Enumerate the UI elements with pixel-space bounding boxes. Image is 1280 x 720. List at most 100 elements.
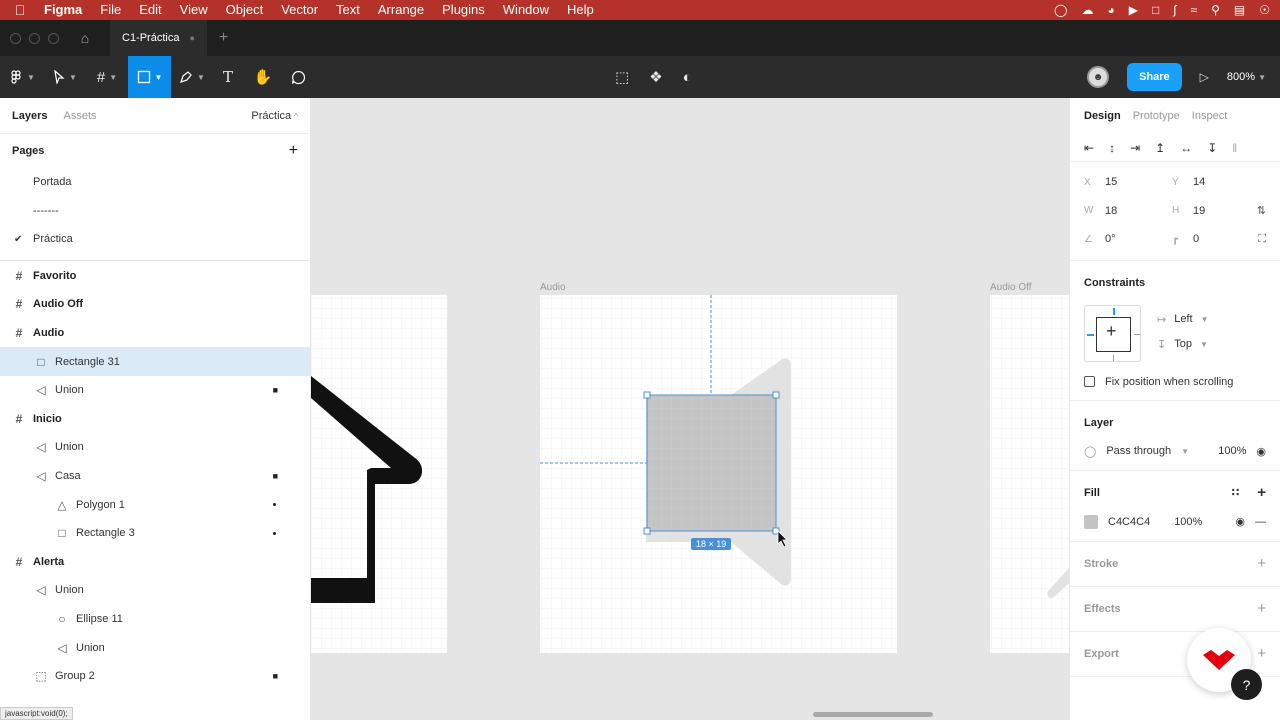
style-grid-icon[interactable]: ∷ [1232,486,1240,499]
lock-icon[interactable]: ■ [273,385,278,395]
page-selector[interactable]: Práctica ^ [251,110,298,122]
add-export-icon[interactable]: + [1257,645,1266,662]
add-fill-icon[interactable]: + [1257,484,1266,501]
menu-arrange[interactable]: Arrange [369,0,433,20]
zoom-level[interactable]: 800% ▼ [1227,71,1266,83]
align-left-icon[interactable]: ⇤ [1084,141,1094,155]
remove-fill-icon[interactable]: — [1255,516,1266,528]
resize-handle[interactable] [772,391,780,399]
layer-row[interactable]: ◁ Union [0,576,310,605]
constraint-left-indicator[interactable] [1087,333,1094,336]
control-center-icon[interactable]: ▤ [1234,3,1245,17]
help-button[interactable]: ? [1231,669,1262,700]
x-field[interactable]: X 15 [1084,176,1117,188]
menu-window[interactable]: Window [494,0,558,20]
rectangle-tool-button[interactable]: ▼ [128,56,171,98]
menu-edit[interactable]: Edit [130,0,170,20]
layer-row[interactable]: □ Rectangle 31 [0,347,310,376]
page-item[interactable]: Portada [0,168,310,197]
layer-row[interactable]: □ Rectangle 3 [0,519,310,548]
play-circle-icon[interactable]: ▶ [1129,3,1138,17]
siri-icon[interactable]: ☉ [1259,3,1270,17]
frame-label-audio[interactable]: Audio [540,282,566,293]
tab-layers[interactable]: Layers [12,110,47,122]
crop-frame-icon[interactable]: ⬚ [615,56,629,98]
menu-file[interactable]: File [91,0,130,20]
present-play-icon[interactable]: ▷ [1200,70,1209,84]
rotation-field[interactable]: ∠ 0° [1084,233,1116,245]
layer-row[interactable]: ⬚ Group 2 ■ [0,662,310,691]
eye-icon[interactable]: ◉ [1235,515,1245,528]
menu-text[interactable]: Text [327,0,369,20]
menu-help[interactable]: Help [558,0,603,20]
creative-cloud-icon[interactable]: ◯ [1054,3,1067,17]
text-tool-button[interactable]: T [213,56,243,98]
layer-row[interactable]: ◁ Union [0,633,310,662]
add-effect-icon[interactable]: + [1257,600,1266,617]
close-tab-icon[interactable]: ● [189,33,194,43]
layer-row[interactable]: # Alerta [0,547,310,576]
lock-icon[interactable]: ■ [273,471,278,481]
tab-inspect[interactable]: Inspect [1192,110,1227,122]
tab-assets[interactable]: Assets [63,110,96,122]
menu-object[interactable]: Object [217,0,273,20]
align-top-icon[interactable]: ↥ [1155,141,1165,155]
layer-row[interactable]: # Favorito [0,262,310,291]
hand-tool-button[interactable]: ✋ [243,56,283,98]
align-vertical-center-icon[interactable]: ↔ [1180,141,1192,155]
file-tab[interactable]: C1-Práctica ● [110,20,207,56]
corner-radius-field[interactable]: ┏ 0 [1172,233,1199,245]
fill-opacity[interactable]: 100% [1174,516,1202,528]
fix-position-checkbox[interactable] [1084,376,1095,387]
cloud-icon[interactable]: ☁ [1081,3,1093,17]
constrain-proportions-icon[interactable]: ⇅ [1257,204,1266,217]
blend-mode-select[interactable]: Pass through [1106,445,1171,457]
tab-prototype[interactable]: Prototype [1133,110,1180,122]
menu-plugins[interactable]: Plugins [433,0,494,20]
tab-design[interactable]: Design [1084,110,1121,122]
layer-row[interactable]: ○ Ellipse 11 [0,605,310,634]
keyboard-layout-icon[interactable]: □ [1152,3,1159,17]
constraints-widget[interactable]: + [1084,304,1141,362]
eye-icon[interactable]: ◉ [1256,445,1266,458]
component-icon[interactable]: ❖ [649,56,662,98]
independent-corners-icon[interactable]: ⛶ [1258,233,1266,246]
vertical-constraint-select[interactable]: ↧ Top ▼ [1157,338,1209,351]
distribute-icon[interactable]: ‖ [1232,141,1237,155]
adobe-icon[interactable]: ◕ [1107,3,1114,17]
add-page-icon[interactable]: + [289,142,298,160]
w-field[interactable]: W 18 [1084,205,1117,217]
minimize-window-button[interactable] [29,32,40,44]
menu-view[interactable]: View [171,0,217,20]
comment-tool-button[interactable] [283,56,313,98]
layer-row[interactable]: ◁ Union ■ [0,376,310,405]
mask-icon[interactable]: ◐ [683,56,692,98]
horizontal-constraint-select[interactable]: ↦ Left ▼ [1157,313,1209,326]
layer-row[interactable]: # Inicio [0,404,310,433]
lock-icon[interactable]: ■ [273,671,278,681]
apple-icon[interactable]:  [0,2,40,18]
home-icon[interactable]: ⌂ [70,30,100,46]
menu-vector[interactable]: Vector [272,0,327,20]
resize-handle[interactable] [643,527,651,535]
page-item[interactable]: ------- [0,197,310,226]
bluetooth-icon[interactable]: ∫ [1173,3,1176,17]
fill-color-swatch[interactable] [1084,514,1098,529]
y-field[interactable]: Y 14 [1172,176,1205,188]
avatar[interactable]: ☻ [1087,66,1110,88]
constraint-top-indicator[interactable] [1113,307,1115,315]
align-horizontal-center-icon[interactable]: ↕ [1109,141,1115,155]
h-field[interactable]: H 19 [1172,205,1205,217]
hidden-dot-icon[interactable] [273,531,276,535]
frame-label-audio-off[interactable]: Audio Off [990,282,1032,293]
layer-row[interactable]: △ Polygon 1 [0,490,310,519]
fill-hex[interactable]: C4C4C4 [1108,516,1150,528]
align-bottom-icon[interactable]: ↧ [1207,141,1217,155]
layer-row[interactable]: # Audio [0,319,310,348]
page-item[interactable]: ✔ Práctica [0,225,310,254]
new-tab-icon[interactable]: + [207,29,228,47]
menu-app-name[interactable]: Figma [40,0,91,20]
layer-row[interactable]: ◁ Casa ■ [0,462,310,491]
canvas[interactable]: Audio Audio Off 18 × 19 [311,98,1069,720]
pen-tool-button[interactable]: ▼ [171,56,213,98]
